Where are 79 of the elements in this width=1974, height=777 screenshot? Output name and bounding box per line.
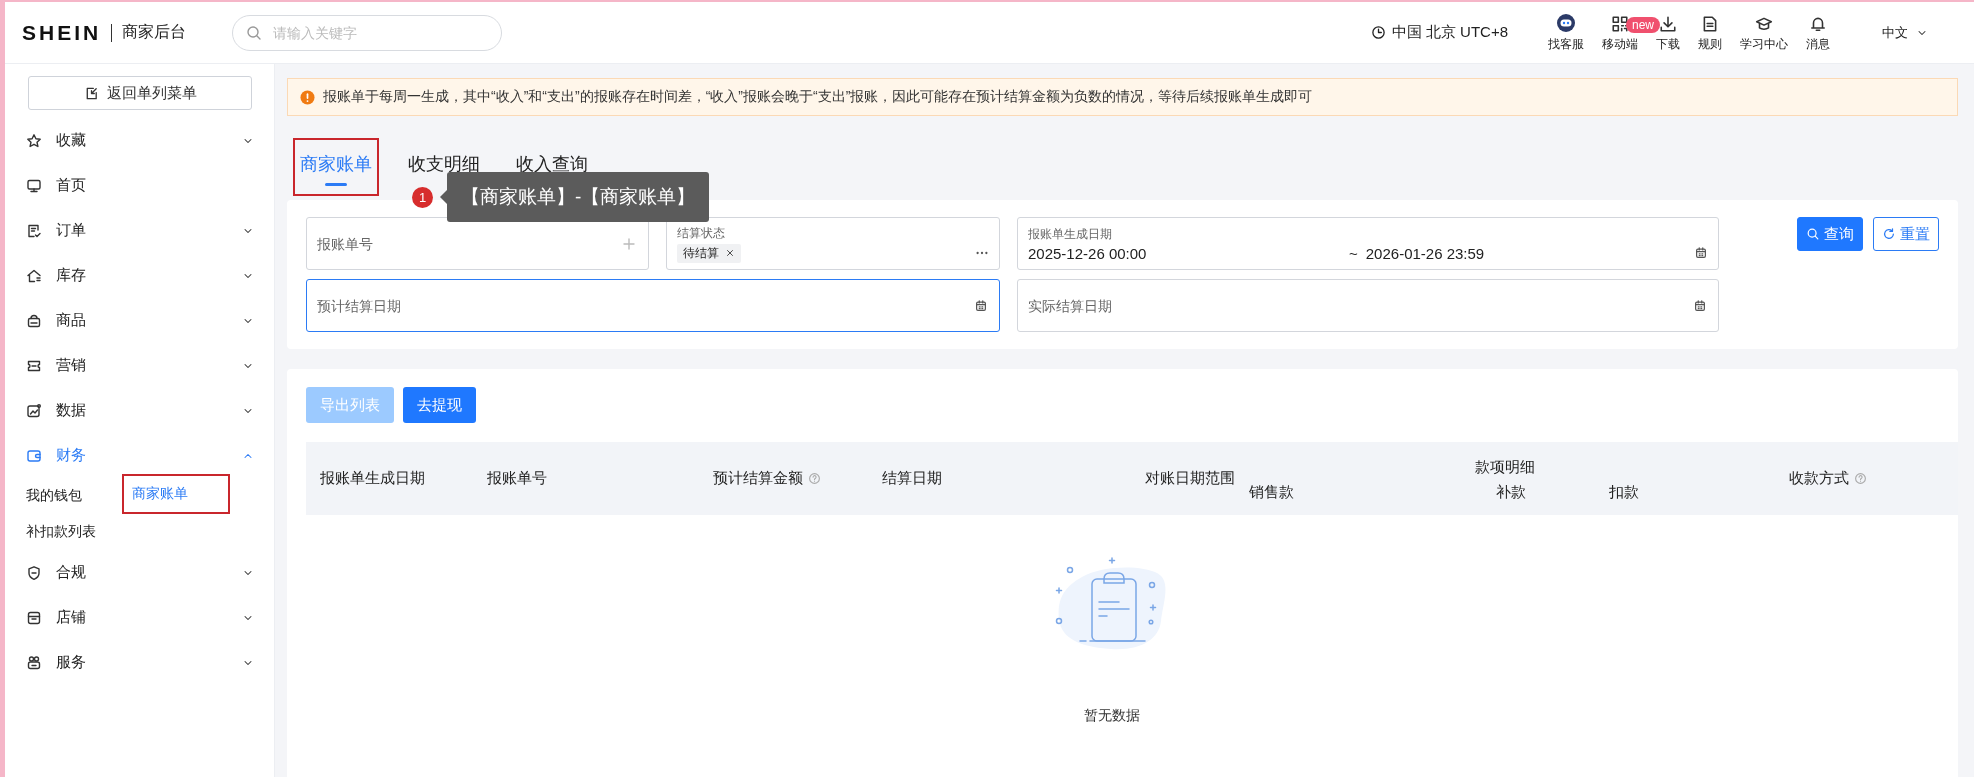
column-header: 报账单生成日期 [320, 469, 425, 488]
monitor-icon [26, 177, 42, 194]
toolbar-button[interactable]: 规则 [1692, 15, 1728, 63]
search-button[interactable]: 查询 [1797, 217, 1863, 251]
product-name: 商家后台 [122, 22, 187, 42]
graduation-cap-icon [1755, 15, 1773, 33]
star-icon [26, 132, 42, 149]
input-field[interactable]: 报账单号 [306, 217, 649, 270]
menu-item[interactable]: 营销 [56, 356, 228, 375]
submenu-item[interactable]: 补扣款列表 [26, 514, 124, 550]
back-button[interactable]: 返回单列菜单 [28, 76, 252, 110]
menu-item[interactable]: 服务 [56, 653, 228, 672]
search-icon [246, 24, 263, 41]
chart-icon [26, 402, 42, 419]
wallet-icon [26, 447, 42, 464]
calendar-icon [974, 298, 988, 313]
step-badge: 1 [412, 186, 433, 208]
tooltip: 【商家账单】-【商家账单】 [440, 172, 710, 222]
start-date: 2025-12-26 00:00 [1028, 244, 1148, 262]
clock-icon [1370, 25, 1386, 40]
language-selector[interactable]: 中文 [1876, 22, 1934, 43]
document-icon [1701, 15, 1719, 33]
menu-item[interactable]: 店铺 [56, 608, 228, 627]
menu-item[interactable]: 首页 [56, 176, 254, 195]
store-icon [26, 609, 42, 626]
field-label: 结算状态 [677, 224, 726, 242]
column-header: 收款方式 [1789, 469, 1849, 488]
menu-item[interactable]: 财务 [56, 446, 228, 465]
calendar-icon [1694, 246, 1708, 260]
menu-item[interactable]: 收藏 [56, 131, 228, 150]
warning-icon [300, 89, 315, 105]
column-header: 销售款 [1248, 481, 1295, 502]
plus-icon [621, 235, 637, 252]
bag-icon [26, 312, 42, 329]
new-badge: new [1626, 17, 1660, 33]
toolbar-button[interactable]: 找客服 [1542, 13, 1590, 63]
column-header: 补款 [1495, 481, 1527, 502]
reset-button[interactable]: 重置 [1873, 217, 1939, 251]
column-header: 对账日期范围 [1145, 469, 1235, 488]
menu-item[interactable]: 订单 [56, 221, 228, 240]
column-header: 结算日期 [882, 469, 942, 488]
bell-icon [1809, 15, 1827, 33]
field-label: 报账单生成日期 [1028, 225, 1113, 243]
calendar-icon [1693, 298, 1707, 313]
empty-message: 暂无数据 [1084, 707, 1140, 725]
notice-text: 报账单于每周一生成，其中“收入”和“支出”的报账存在时间差，“收入”报账会晚于“支出”报账，因此可能存在预计结算金额为负数的情况，等待后续报账单生成即可 [323, 88, 1313, 106]
close-icon [725, 248, 735, 258]
menu-item[interactable]: 数据 [56, 401, 228, 420]
menu-item[interactable]: 库存 [56, 266, 228, 285]
robot-icon [1556, 13, 1576, 33]
shield-icon [26, 564, 42, 581]
range-separator: ~ [1349, 244, 1358, 262]
search-icon [1806, 227, 1820, 241]
download-icon [1659, 15, 1677, 33]
date-field[interactable]: 预计结算日期 [306, 279, 1000, 332]
filter-tag[interactable]: 待结算 [677, 243, 741, 263]
menu-item[interactable]: 商品 [56, 311, 228, 330]
submenu-item[interactable]: 我的钱包 [26, 478, 124, 514]
column-header: 报账单号 [487, 469, 547, 488]
action-button[interactable]: 去提现 [403, 387, 476, 423]
column-header: 款项明细 [1474, 456, 1536, 477]
house-icon [26, 267, 42, 284]
column-header: 预计结算金额 [713, 469, 803, 488]
select-field[interactable]: 结算状态 待结算 [666, 217, 1000, 270]
logo: SHEIN [22, 20, 102, 45]
toolbar-button[interactable]: 学习中心 [1734, 15, 1794, 63]
toolbar-button[interactable]: 消息 [1800, 15, 1836, 63]
date-range-field[interactable]: 报账单生成日期 2025-12-26 00:00 ~ 2026-01-26 23:59 [1017, 217, 1719, 270]
menu-item[interactable]: 合规 [56, 563, 228, 582]
gift-icon [26, 654, 42, 671]
search-field[interactable]: 请输入关键字 [232, 14, 503, 51]
tab[interactable]: 商家账单 [295, 140, 377, 194]
submenu-item[interactable]: 商家账单 [124, 476, 228, 512]
end-date: 2026-01-26 23:59 [1365, 244, 1486, 262]
refresh-icon [1882, 227, 1896, 241]
column-header: 扣款 [1608, 481, 1640, 502]
checklist-icon [26, 222, 42, 239]
grid-icon [1611, 15, 1629, 33]
timezone[interactable]: 中国 北京 UTC+8 [1391, 23, 1508, 42]
